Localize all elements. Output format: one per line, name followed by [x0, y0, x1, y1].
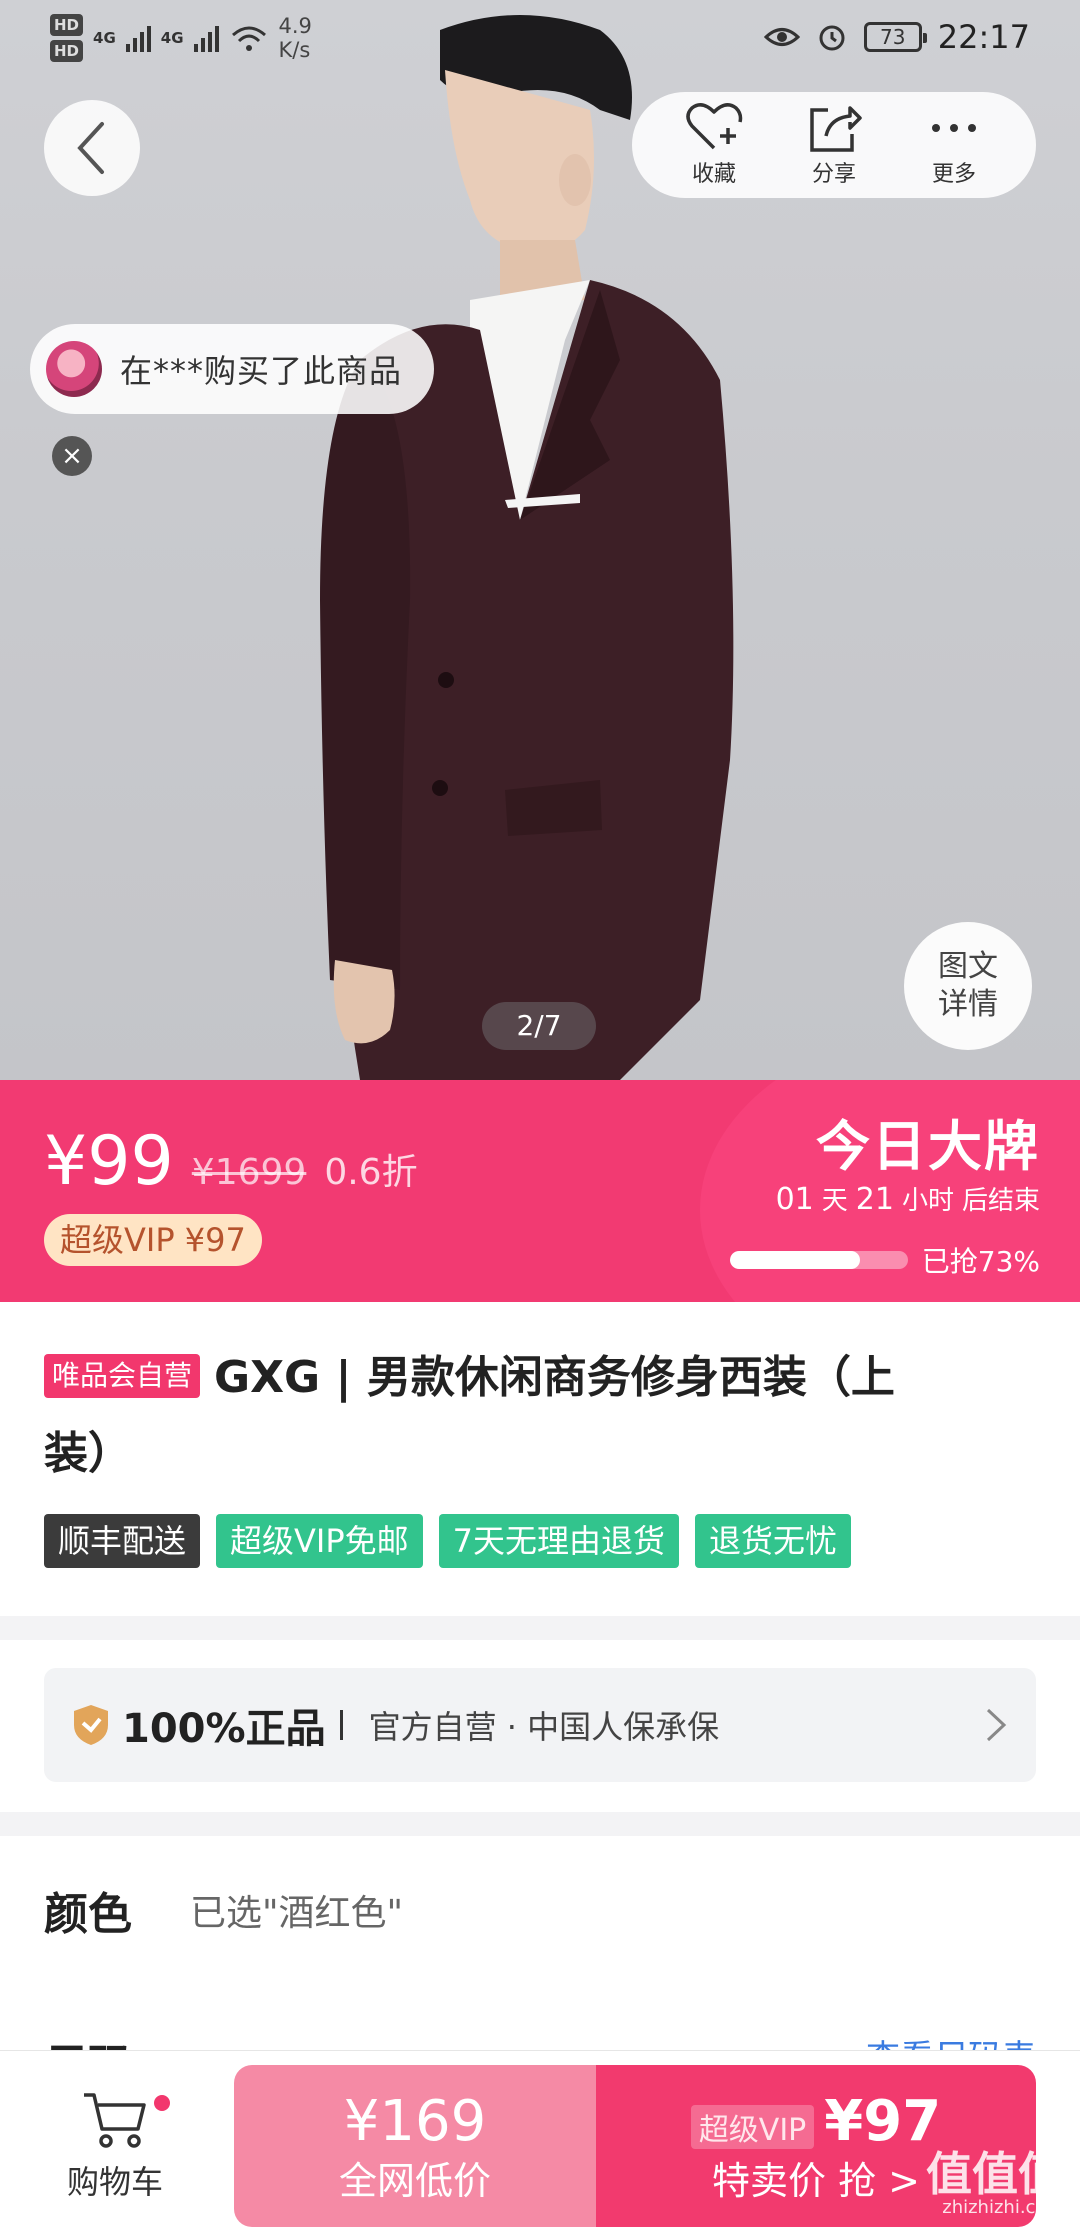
price-banner: ¥99 ¥1699 0.6折 超级VIP ¥97 今日大牌 01 天 21 小时…: [0, 1080, 1080, 1302]
favorite-label: 收藏: [691, 162, 736, 187]
progress-fill: [729, 1251, 860, 1269]
eye-icon: [763, 28, 800, 46]
bottom-action-bar: 购物车 ¥169 全网低价 超级VIP ¥97 特卖价 抢 >: [0, 2050, 1080, 2240]
cart-badge-dot: [154, 2095, 170, 2111]
more-icon: [932, 124, 976, 132]
tag-7day-return: 7天无理由退货: [438, 1514, 680, 1568]
image-pager: 2/7: [482, 1002, 596, 1050]
share-button[interactable]: 分享: [779, 102, 889, 188]
sold-progress: 已抢73%: [729, 1240, 1040, 1280]
buy-label: 特卖价 抢 >: [712, 2159, 920, 2203]
separator: [339, 1710, 343, 1740]
network-type: 4G: [93, 29, 116, 47]
back-button[interactable]: [44, 100, 140, 196]
deal-title: 今日大牌: [816, 1115, 1040, 1178]
price-group: ¥99 ¥1699 0.6折: [44, 1122, 418, 1201]
status-time: 22:17: [937, 18, 1030, 56]
service-tags: 顺丰配送 超级VIP免邮 7天无理由退货 退货无忧: [44, 1514, 852, 1568]
buy-price: ¥97: [824, 2089, 942, 2154]
current-price: ¥99: [44, 1122, 174, 1201]
site-watermark: 值值值 zhizhizhi.com: [926, 2147, 1064, 2218]
color-selector[interactable]: 颜色 已选"酒红色": [44, 1878, 403, 1942]
genuine-label: 100%正品: [122, 1706, 326, 1752]
chevron-left-icon: [77, 122, 104, 174]
signal-icon: [193, 24, 219, 52]
recent-buyer-notice: 在***购买了此商品: [30, 324, 434, 414]
discount-rate: 0.6折: [324, 1152, 418, 1193]
self-operated-badge: 唯品会自营: [44, 1354, 201, 1398]
hd-indicator: HD: [50, 40, 84, 62]
original-price: ¥1699: [191, 1152, 307, 1193]
signal-icon: [125, 24, 151, 52]
close-icon[interactable]: ×: [52, 436, 92, 476]
product-title: 唯品会自营 GXG | 男款休闲商务修身西装（上 装）: [44, 1340, 1044, 1492]
market-price-button[interactable]: ¥169 全网低价: [234, 2065, 596, 2227]
cart-icon: [84, 2093, 146, 2148]
more-label: 更多: [931, 162, 976, 187]
title-text-line2: 装）: [44, 1428, 132, 1479]
countdown-hours: 21: [855, 1182, 894, 1217]
countdown-hours-unit: 小时: [901, 1186, 954, 1216]
network-type: 4G: [160, 29, 184, 47]
buyer-notice-text: 在***购买了此商品: [120, 352, 403, 390]
product-image-gallery[interactable]: HD HD 4G 4G 4.9 K/s 73 22:17 收藏 分享 更多 在*…: [0, 0, 1080, 1080]
tag-vip-free-shipping: 超级VIP免邮: [216, 1514, 423, 1568]
countdown-days-unit: 天: [821, 1186, 848, 1216]
progress-bar: [729, 1251, 908, 1269]
authenticity-guarantee[interactable]: 100%正品 官方自营 · 中国人保承保: [44, 1668, 1036, 1782]
more-button[interactable]: 更多: [899, 102, 1009, 188]
vip-price-tag: 超级VIP ¥97: [44, 1214, 262, 1266]
market-price: ¥169: [343, 2089, 487, 2154]
shield-icon: [74, 1705, 108, 1745]
tag-return-worry-free: 退货无忧: [695, 1514, 852, 1568]
chevron-right-icon: [986, 1708, 1007, 1742]
share-icon: [810, 106, 862, 152]
battery-icon: 73: [863, 22, 927, 52]
color-value: 已选"酒红色": [190, 1893, 404, 1934]
cart-button[interactable]: 购物车: [50, 2089, 180, 2203]
header-actions: 收藏 分享 更多: [632, 92, 1036, 198]
avatar: [46, 341, 102, 397]
status-bar: HD HD 4G 4G 4.9 K/s 73 22:17: [0, 0, 1080, 80]
share-label: 分享: [811, 162, 856, 187]
guarantee-text: 官方自营 · 中国人保承保: [368, 1708, 720, 1746]
alarm-icon: [819, 25, 845, 51]
wifi-icon: [231, 26, 266, 51]
detail-label-line1: 图文: [938, 949, 998, 984]
heart-plus-icon: [686, 103, 743, 150]
image-text-detail-button[interactable]: 图文 详情: [904, 922, 1032, 1050]
countdown-days: 01: [775, 1182, 814, 1217]
hd-indicator: HD: [50, 14, 84, 36]
section-divider: [0, 1812, 1080, 1836]
countdown: 01 天 21 小时 后结束: [776, 1180, 1040, 1217]
network-speed: 4.9 K/s: [278, 14, 312, 62]
vip-badge: 超级VIP: [690, 2105, 815, 2149]
favorite-button[interactable]: 收藏: [659, 102, 769, 188]
cart-label: 购物车: [66, 2163, 163, 2201]
color-label: 颜色: [44, 1889, 132, 1940]
tag-sf-delivery: 顺丰配送: [44, 1514, 201, 1568]
countdown-ends-text: 后结束: [961, 1186, 1040, 1216]
detail-label-line2: 详情: [938, 987, 998, 1022]
market-price-label: 全网低价: [338, 2159, 491, 2203]
section-divider: [0, 1616, 1080, 1640]
sold-percent-text: 已抢73%: [921, 1245, 1040, 1278]
title-text-line1: GXG | 男款休闲商务修身西装（上: [214, 1352, 895, 1403]
